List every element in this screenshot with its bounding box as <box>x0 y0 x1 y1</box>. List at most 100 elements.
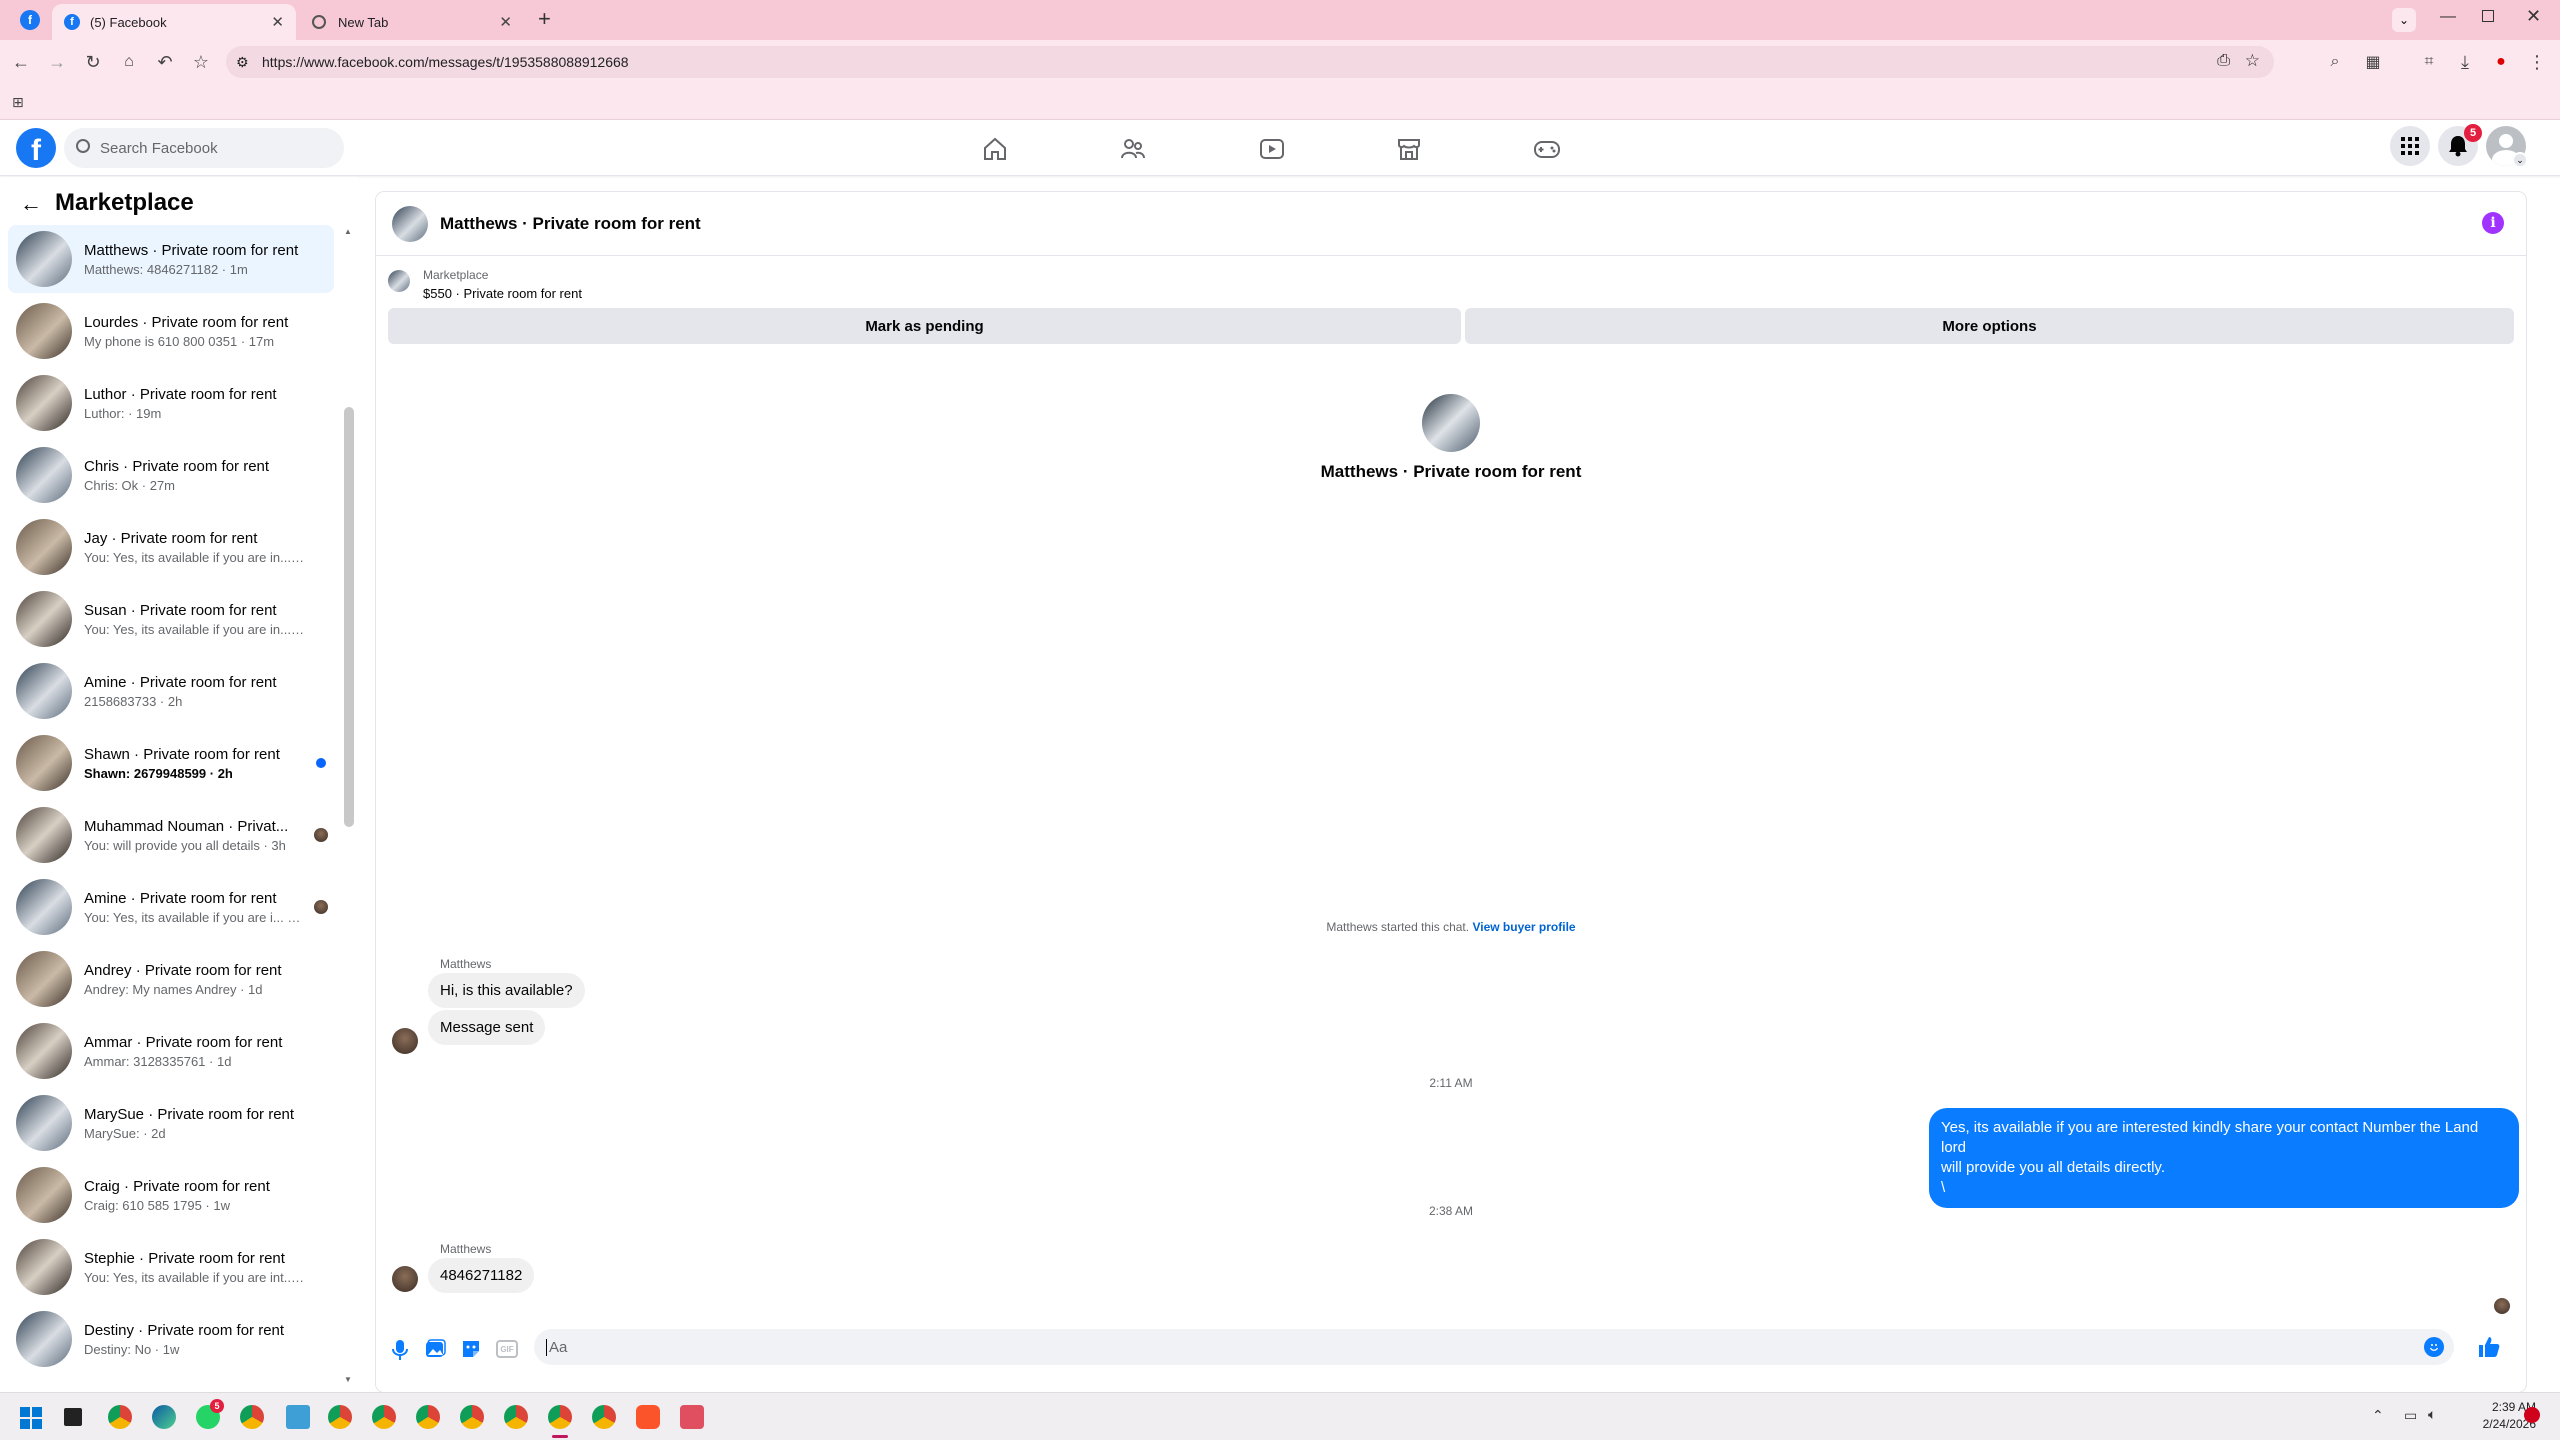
chat-title[interactable]: Matthews · Private room for rent <box>440 214 701 234</box>
notification-bell-icon[interactable] <box>2524 1407 2540 1423</box>
conversation-item[interactable]: Muhammad Nouman · Privat... You: will pro… <box>8 801 334 869</box>
conversation-item[interactable]: Luthor · Private room for rent Luthor: · … <box>8 369 334 437</box>
mark-as-pending-button[interactable]: Mark as pending <box>388 308 1461 344</box>
chrome-profile-icon[interactable] <box>592 1405 616 1429</box>
restore-icon[interactable] <box>2482 10 2494 22</box>
tab-new-tab[interactable]: New Tab ✕ <box>300 4 524 40</box>
sidebar-scrollbar[interactable] <box>344 407 354 827</box>
conversation-item[interactable]: Jay · Private room for rent You: Yes, its… <box>8 513 334 581</box>
tab-search-icon[interactable]: f <box>20 10 40 30</box>
view-buyer-profile-link[interactable]: View buyer profile <box>1472 920 1575 934</box>
info-icon[interactable]: i <box>2482 212 2504 234</box>
tray-chevron-icon[interactable]: ⌃ <box>2372 1407 2384 1424</box>
conversation-item[interactable]: Andrey · Private room for rent Andrey: My… <box>8 945 334 1013</box>
minimize-icon[interactable]: — <box>2440 8 2456 26</box>
chrome-active-icon[interactable] <box>548 1405 572 1429</box>
chrome-profile-icon[interactable] <box>416 1405 440 1429</box>
conversation-item[interactable]: Stephie · Private room for rent You: Yes,… <box>8 1233 334 1301</box>
conversation-item[interactable]: Matthews · Private room for rent Matthews… <box>8 225 334 293</box>
message-bubble[interactable]: Message sent <box>428 1010 546 1045</box>
bookmark-star-icon[interactable]: ☆ <box>190 51 212 73</box>
microphone-icon[interactable] <box>390 1338 410 1362</box>
conversation-item[interactable]: Destiny · Private room for rent Destiny: … <box>8 1305 334 1373</box>
message-bubble[interactable]: Hi, is this available? <box>428 973 585 1008</box>
chat-avatar[interactable] <box>392 206 428 242</box>
sender-avatar[interactable] <box>392 1028 418 1054</box>
new-tab-button[interactable]: + <box>538 6 551 32</box>
back-arrow-icon[interactable]: ← <box>20 191 42 217</box>
gaming-nav-icon[interactable] <box>1532 134 1562 164</box>
close-tab-icon[interactable]: ✕ <box>499 13 512 31</box>
close-tab-icon[interactable]: ✕ <box>271 13 284 31</box>
scroll-up-icon[interactable]: ▲ <box>344 227 352 236</box>
reload-icon[interactable]: ↻ <box>82 51 104 73</box>
clock-date[interactable]: 2/24/2026 <box>2440 1417 2536 1431</box>
zoom-search-icon[interactable]: ⌕ <box>2324 51 2346 73</box>
chrome-profile-icon[interactable] <box>372 1405 396 1429</box>
sender-avatar[interactable] <box>392 1266 418 1292</box>
chrome-profile-icon[interactable] <box>328 1405 352 1429</box>
tab-facebook[interactable]: f (5) Facebook ✕ <box>52 4 296 40</box>
back-icon[interactable]: ← <box>10 51 32 73</box>
extensions-icon[interactable]: ▦ <box>2362 51 2384 73</box>
network-icon[interactable]: ▭ <box>2404 1407 2417 1424</box>
account-chevron-icon[interactable]: ⌄ <box>2512 152 2528 168</box>
scroll-down-icon[interactable]: ▼ <box>344 1375 352 1384</box>
conversation-item[interactable]: MarySue · Private room for rent MarySue: … <box>8 1089 334 1157</box>
address-bar[interactable]: ⚙ https://www.facebook.com/messages/t/19… <box>226 46 2274 78</box>
photo-icon[interactable] <box>424 1338 446 1360</box>
like-thumb-icon[interactable] <box>2476 1334 2502 1360</box>
listing-thumbnail[interactable] <box>388 270 410 292</box>
apps-grid-icon[interactable]: ⊞ <box>12 94 24 111</box>
crop-icon[interactable]: ⌗ <box>2418 51 2440 73</box>
star-icon[interactable]: ☆ <box>2245 51 2260 71</box>
message-input[interactable]: Aa <box>534 1329 2454 1365</box>
edge-icon[interactable] <box>152 1405 176 1429</box>
volume-icon[interactable]: 🔈︎ <box>2428 1406 2436 1423</box>
marketplace-nav-icon[interactable] <box>1394 134 1424 164</box>
notepad-icon[interactable] <box>286 1405 310 1429</box>
listing-price[interactable]: $550 · Private room for rent <box>423 286 582 301</box>
sticker-icon[interactable] <box>460 1338 482 1360</box>
snipping-tool-icon[interactable] <box>680 1405 704 1429</box>
conversation-item[interactable]: Craig · Private room for rent Craig: 610 … <box>8 1161 334 1229</box>
chrome-profile-icon[interactable] <box>240 1405 264 1429</box>
more-options-button[interactable]: More options <box>1465 308 2514 344</box>
friends-nav-icon[interactable] <box>1118 134 1148 164</box>
menu-grid-button[interactable] <box>2390 126 2430 166</box>
conversation-item[interactable]: Shawn · Private room for rent Shawn: 2679… <box>8 729 334 797</box>
gif-icon[interactable]: GIF <box>496 1340 518 1358</box>
download-icon[interactable]: ⤓ <box>2454 51 2476 73</box>
center-avatar[interactable] <box>1422 394 1480 452</box>
menu-kebab-icon[interactable]: ⋮ <box>2526 51 2548 73</box>
forward-icon[interactable]: → <box>46 51 68 73</box>
chrome-profile-icon[interactable] <box>504 1405 528 1429</box>
conversation-item[interactable]: Susan · Private room for rent You: Yes, i… <box>8 585 334 653</box>
chrome-profile-icon[interactable] <box>460 1405 484 1429</box>
conversation-item[interactable]: Ammar · Private room for rent Ammar: 3128… <box>8 1017 334 1085</box>
brave-icon[interactable] <box>636 1405 660 1429</box>
conversation-item[interactable]: Lourdes · Private room for rent My phone … <box>8 297 334 365</box>
chrome-icon[interactable] <box>108 1405 132 1429</box>
facebook-favicon-icon: f <box>64 14 80 30</box>
tab-search-dropdown-icon[interactable]: ⌄ <box>2392 8 2416 32</box>
profile-icon[interactable]: ● <box>2490 51 2512 73</box>
windows-start-icon[interactable] <box>20 1407 42 1429</box>
task-view-icon[interactable] <box>64 1408 82 1426</box>
video-nav-icon[interactable] <box>1257 134 1287 164</box>
emoji-icon[interactable] <box>2424 1337 2444 1357</box>
my-message-bubble[interactable]: Yes, its available if you are interested… <box>1929 1108 2519 1208</box>
message-bubble[interactable]: 4846271182 <box>428 1258 535 1293</box>
install-app-icon[interactable]: ⎙ <box>2217 52 2230 70</box>
undo-icon[interactable]: ↶ <box>154 51 176 73</box>
home-nav-icon[interactable] <box>980 134 1010 164</box>
close-window-icon[interactable]: ✕ <box>2526 6 2541 27</box>
search-facebook-input[interactable]: Search Facebook <box>64 128 344 168</box>
conversation-item[interactable]: Amine · Private room for rent You: Yes, i… <box>8 873 334 941</box>
clock-time[interactable]: 2:39 AM <box>2440 1400 2536 1414</box>
site-info-icon[interactable]: ⚙ <box>236 54 249 71</box>
home-icon[interactable]: ⌂ <box>118 51 140 73</box>
facebook-logo-icon[interactable]: f <box>16 128 56 168</box>
conversation-item[interactable]: Amine · Private room for rent 2158683733 … <box>8 657 334 725</box>
conversation-item[interactable]: Chris · Private room for rent Chris: Ok ·… <box>8 441 334 509</box>
